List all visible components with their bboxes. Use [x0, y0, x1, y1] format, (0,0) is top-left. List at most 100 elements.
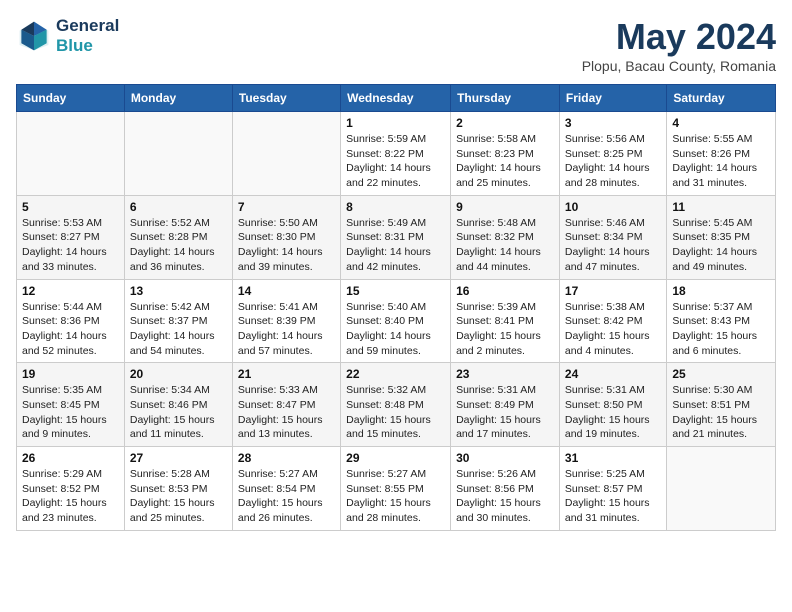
- calendar-cell: 4Sunrise: 5:55 AM Sunset: 8:26 PM Daylig…: [667, 112, 776, 196]
- calendar-cell: 18 Sunrise: 5:37 AM Sunset: 8:43 PM Dayli…: [667, 279, 776, 363]
- column-header-sunday: Sunday: [17, 85, 125, 112]
- day-number: 17: [565, 284, 661, 298]
- day-number: 7: [238, 200, 335, 214]
- day-info: Sunrise: 5:37 AM Sunset: 8:43 PM Dayligh…: [672, 300, 770, 359]
- day-info: Sunrise: 5:32 AM Sunset: 8:48 PM Dayligh…: [346, 383, 445, 442]
- day-info: Sunrise: 5:27 AM Sunset: 8:55 PM Dayligh…: [346, 467, 445, 526]
- column-header-thursday: Thursday: [451, 85, 560, 112]
- day-number: 30: [456, 451, 554, 465]
- calendar-cell: 12 Sunrise: 5:44 AM Sunset: 8:36 PM Dayli…: [17, 279, 125, 363]
- day-info: Sunrise: 5:35 AM Sunset: 8:45 PM Dayligh…: [22, 383, 119, 442]
- calendar-week-1: 1Sunrise: 5:59 AM Sunset: 8:22 PM Daylig…: [17, 112, 776, 196]
- day-info: Sunrise: 5:55 AM Sunset: 8:26 PM Dayligh…: [672, 132, 770, 191]
- calendar-cell: 29Sunrise: 5:27 AM Sunset: 8:55 PM Dayli…: [341, 447, 451, 531]
- day-number: 11: [672, 200, 770, 214]
- day-number: 18: [672, 284, 770, 298]
- title-block: May 2024 Plopu, Bacau County, Romania: [582, 16, 776, 74]
- day-info: Sunrise: 5:50 AM Sunset: 8:30 PM Dayligh…: [238, 216, 335, 275]
- day-info: Sunrise: 5:29 AM Sunset: 8:52 PM Dayligh…: [22, 467, 119, 526]
- day-number: 28: [238, 451, 335, 465]
- day-number: 27: [130, 451, 227, 465]
- day-info: Sunrise: 5:49 AM Sunset: 8:31 PM Dayligh…: [346, 216, 445, 275]
- day-number: 13: [130, 284, 227, 298]
- calendar-cell: 31 Sunrise: 5:25 AM Sunset: 8:57 PM Dayli…: [559, 447, 666, 531]
- day-info: Sunrise: 5:40 AM Sunset: 8:40 PM Dayligh…: [346, 300, 445, 359]
- day-info: Sunrise: 5:31 AM Sunset: 8:50 PM Dayligh…: [565, 383, 661, 442]
- day-number: 9: [456, 200, 554, 214]
- day-info: Sunrise: 5:39 AM Sunset: 8:41 PM Dayligh…: [456, 300, 554, 359]
- calendar-week-3: 12 Sunrise: 5:44 AM Sunset: 8:36 PM Dayli…: [17, 279, 776, 363]
- day-info: Sunrise: 5:33 AM Sunset: 8:47 PM Dayligh…: [238, 383, 335, 442]
- day-number: 22: [346, 367, 445, 381]
- calendar-week-4: 19 Sunrise: 5:35 AM Sunset: 8:45 PM Dayli…: [17, 363, 776, 447]
- day-number: 20: [130, 367, 227, 381]
- column-header-friday: Friday: [559, 85, 666, 112]
- day-info: Sunrise: 5:25 AM Sunset: 8:57 PM Dayligh…: [565, 467, 661, 526]
- calendar-cell: [17, 112, 125, 196]
- day-number: 2: [456, 116, 554, 130]
- calendar-week-5: 26 Sunrise: 5:29 AM Sunset: 8:52 PM Dayli…: [17, 447, 776, 531]
- day-info: Sunrise: 5:26 AM Sunset: 8:56 PM Dayligh…: [456, 467, 554, 526]
- calendar-header-row: SundayMondayTuesdayWednesdayThursdayFrid…: [17, 85, 776, 112]
- calendar-cell: 17 Sunrise: 5:38 AM Sunset: 8:42 PM Dayli…: [559, 279, 666, 363]
- calendar-cell: 1Sunrise: 5:59 AM Sunset: 8:22 PM Daylig…: [341, 112, 451, 196]
- calendar-cell: [124, 112, 232, 196]
- month-title: May 2024: [582, 16, 776, 58]
- day-info: Sunrise: 5:38 AM Sunset: 8:42 PM Dayligh…: [565, 300, 661, 359]
- day-number: 19: [22, 367, 119, 381]
- logo: General Blue: [16, 16, 119, 55]
- day-info: Sunrise: 5:52 AM Sunset: 8:28 PM Dayligh…: [130, 216, 227, 275]
- calendar-cell: [232, 112, 340, 196]
- day-info: Sunrise: 5:46 AM Sunset: 8:34 PM Dayligh…: [565, 216, 661, 275]
- day-info: Sunrise: 5:28 AM Sunset: 8:53 PM Dayligh…: [130, 467, 227, 526]
- calendar-cell: 9Sunrise: 5:48 AM Sunset: 8:32 PM Daylig…: [451, 195, 560, 279]
- day-number: 6: [130, 200, 227, 214]
- day-info: Sunrise: 5:41 AM Sunset: 8:39 PM Dayligh…: [238, 300, 335, 359]
- calendar-cell: 26 Sunrise: 5:29 AM Sunset: 8:52 PM Dayli…: [17, 447, 125, 531]
- day-number: 12: [22, 284, 119, 298]
- calendar-cell: 23 Sunrise: 5:31 AM Sunset: 8:49 PM Dayli…: [451, 363, 560, 447]
- day-number: 26: [22, 451, 119, 465]
- day-number: 23: [456, 367, 554, 381]
- calendar-cell: 3 Sunrise: 5:56 AM Sunset: 8:25 PM Daylig…: [559, 112, 666, 196]
- calendar-cell: 16Sunrise: 5:39 AM Sunset: 8:41 PM Dayli…: [451, 279, 560, 363]
- calendar-cell: 28 Sunrise: 5:27 AM Sunset: 8:54 PM Dayli…: [232, 447, 340, 531]
- day-number: 15: [346, 284, 445, 298]
- calendar-cell: 8Sunrise: 5:49 AM Sunset: 8:31 PM Daylig…: [341, 195, 451, 279]
- calendar-cell: 20 Sunrise: 5:34 AM Sunset: 8:46 PM Dayli…: [124, 363, 232, 447]
- location: Plopu, Bacau County, Romania: [582, 58, 776, 74]
- day-number: 14: [238, 284, 335, 298]
- day-number: 3: [565, 116, 661, 130]
- calendar-cell: 5Sunrise: 5:53 AM Sunset: 8:27 PM Daylig…: [17, 195, 125, 279]
- day-info: Sunrise: 5:30 AM Sunset: 8:51 PM Dayligh…: [672, 383, 770, 442]
- day-info: Sunrise: 5:44 AM Sunset: 8:36 PM Dayligh…: [22, 300, 119, 359]
- day-info: Sunrise: 5:27 AM Sunset: 8:54 PM Dayligh…: [238, 467, 335, 526]
- column-header-saturday: Saturday: [667, 85, 776, 112]
- calendar-cell: 30 Sunrise: 5:26 AM Sunset: 8:56 PM Dayli…: [451, 447, 560, 531]
- calendar-cell: 14 Sunrise: 5:41 AM Sunset: 8:39 PM Dayli…: [232, 279, 340, 363]
- column-header-tuesday: Tuesday: [232, 85, 340, 112]
- day-number: 24: [565, 367, 661, 381]
- calendar-table: SundayMondayTuesdayWednesdayThursdayFrid…: [16, 84, 776, 531]
- calendar-cell: 21 Sunrise: 5:33 AM Sunset: 8:47 PM Dayli…: [232, 363, 340, 447]
- calendar-cell: 7 Sunrise: 5:50 AM Sunset: 8:30 PM Daylig…: [232, 195, 340, 279]
- day-number: 25: [672, 367, 770, 381]
- calendar-cell: 27 Sunrise: 5:28 AM Sunset: 8:53 PM Dayli…: [124, 447, 232, 531]
- page-header: General Blue May 2024 Plopu, Bacau Count…: [16, 16, 776, 74]
- day-number: 10: [565, 200, 661, 214]
- day-info: Sunrise: 5:56 AM Sunset: 8:25 PM Dayligh…: [565, 132, 661, 191]
- calendar-cell: 19 Sunrise: 5:35 AM Sunset: 8:45 PM Dayli…: [17, 363, 125, 447]
- day-info: Sunrise: 5:58 AM Sunset: 8:23 PM Dayligh…: [456, 132, 554, 191]
- column-header-monday: Monday: [124, 85, 232, 112]
- day-number: 31: [565, 451, 661, 465]
- calendar-cell: 13Sunrise: 5:42 AM Sunset: 8:37 PM Dayli…: [124, 279, 232, 363]
- calendar-cell: 24 Sunrise: 5:31 AM Sunset: 8:50 PM Dayli…: [559, 363, 666, 447]
- day-info: Sunrise: 5:34 AM Sunset: 8:46 PM Dayligh…: [130, 383, 227, 442]
- day-number: 21: [238, 367, 335, 381]
- column-header-wednesday: Wednesday: [341, 85, 451, 112]
- day-info: Sunrise: 5:31 AM Sunset: 8:49 PM Dayligh…: [456, 383, 554, 442]
- calendar-cell: 25 Sunrise: 5:30 AM Sunset: 8:51 PM Dayli…: [667, 363, 776, 447]
- day-info: Sunrise: 5:45 AM Sunset: 8:35 PM Dayligh…: [672, 216, 770, 275]
- calendar-cell: 10 Sunrise: 5:46 AM Sunset: 8:34 PM Dayli…: [559, 195, 666, 279]
- day-number: 5: [22, 200, 119, 214]
